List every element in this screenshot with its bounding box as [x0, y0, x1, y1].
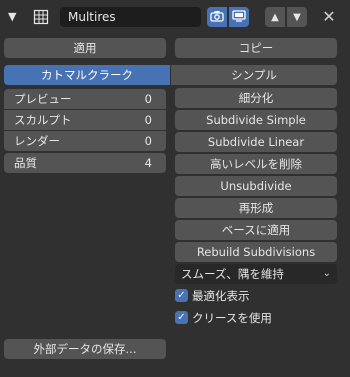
save-external-button[interactable]: 外部データの保存... [4, 339, 166, 359]
field-label: プレビュー [14, 92, 72, 106]
move-down-button[interactable]: ▼ [287, 7, 307, 27]
unsubdivide-button[interactable]: Unsubdivide [175, 176, 337, 196]
reshape-button[interactable]: 再形成 [175, 198, 337, 218]
check-icon: ✓ [175, 289, 188, 302]
dropdown-value: スムーズ、隅を維持 [181, 267, 284, 281]
sculpt-levels-field[interactable]: スカルプト 0 [4, 110, 166, 130]
simple-option[interactable]: シンプル [171, 65, 337, 85]
render-levels-field[interactable]: レンダー 0 [4, 131, 166, 151]
checkbox-label: クリースを使用 [192, 311, 272, 325]
monitor-icon [232, 9, 246, 25]
delete-higher-button[interactable]: 高いレベルを削除 [175, 154, 337, 174]
modifier-name-input[interactable]: Multires [60, 7, 201, 27]
camera-icon [210, 10, 224, 25]
collapse-toggle[interactable]: ▼ [8, 10, 20, 24]
apply-button[interactable]: 適用 [4, 38, 166, 58]
field-value: 0 [144, 92, 152, 106]
preview-levels-field[interactable]: プレビュー 0 [4, 89, 166, 109]
render-toggle[interactable] [207, 7, 227, 27]
quality-field[interactable]: 品質 4 [4, 153, 166, 173]
subdivide-linear-button[interactable]: Subdivide Linear [175, 132, 337, 152]
multires-modifier-panel: ▼ Multires ▲ ▼ ✕ 適用 コピー カトマルクラーク シンプル プレ… [0, 0, 350, 377]
viewport-toggle[interactable] [229, 7, 249, 27]
catmull-clark-option[interactable]: カトマルクラーク [4, 65, 170, 85]
subdivide-simple-button[interactable]: Subdivide Simple [175, 110, 337, 130]
subdivide-button[interactable]: 細分化 [175, 88, 337, 108]
modifier-header: ▼ Multires ▲ ▼ ✕ [0, 0, 350, 34]
field-value: 0 [144, 134, 152, 148]
uv-smooth-dropdown[interactable]: スムーズ、隅を維持 ⌄ [175, 264, 337, 284]
field-label: 品質 [14, 156, 37, 170]
field-value: 4 [144, 156, 152, 170]
move-up-button[interactable]: ▲ [265, 7, 285, 27]
close-icon[interactable]: ✕ [320, 8, 338, 26]
chevron-down-icon: ⌄ [322, 268, 331, 279]
checkbox-label: 最適化表示 [192, 289, 250, 303]
rebuild-subdivisions-button[interactable]: Rebuild Subdivisions [175, 242, 337, 262]
check-icon: ✓ [175, 311, 188, 324]
field-value: 0 [144, 113, 152, 127]
field-label: スカルプト [14, 113, 72, 127]
field-label: レンダー [14, 134, 60, 148]
apply-base-button[interactable]: ベースに適用 [175, 220, 337, 240]
copy-button[interactable]: コピー [175, 38, 337, 58]
multires-grid-icon [33, 9, 49, 25]
